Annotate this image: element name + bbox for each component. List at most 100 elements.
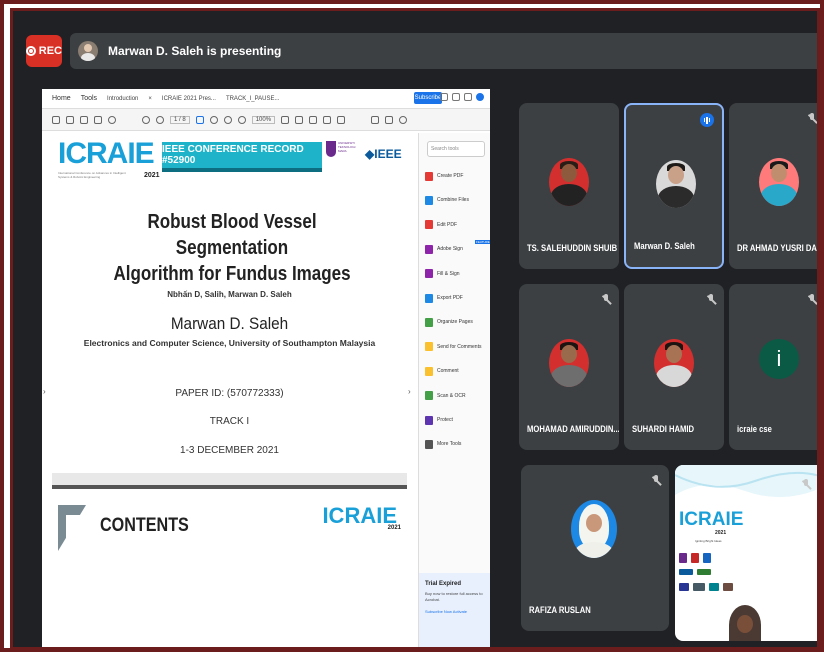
meeting-top-bar: REC Marwan D. Saleh is presenting bbox=[13, 11, 817, 89]
avatar-initial: i bbox=[759, 339, 799, 379]
zoom-out-icon[interactable] bbox=[223, 115, 232, 124]
tab-track-pause[interactable]: TRACK_I_PAUSE... bbox=[226, 96, 280, 102]
cursor-icon[interactable] bbox=[195, 115, 204, 124]
participant-name: TS. SALEHUDDIN SHUIB bbox=[527, 243, 618, 253]
paper-authors: Nbhấn D, Salih, Marwan D. Saleh bbox=[167, 290, 292, 299]
search-doc-icon[interactable] bbox=[399, 115, 408, 124]
app-header-icons bbox=[440, 93, 484, 101]
icraie-logo-subtitle: International Conference on Advances in … bbox=[58, 171, 126, 179]
search-icon[interactable] bbox=[108, 115, 116, 124]
bell-icon[interactable] bbox=[464, 93, 472, 101]
tool-item[interactable]: More Tools bbox=[425, 437, 490, 451]
page-indicator[interactable]: 1 / 8 bbox=[170, 115, 190, 124]
pen-icon[interactable] bbox=[323, 115, 332, 124]
tab-home[interactable]: Home bbox=[52, 95, 71, 102]
comment-icon[interactable] bbox=[295, 115, 304, 124]
tab-introduction[interactable]: Introduction bbox=[107, 96, 138, 102]
tool-item[interactable]: Scan & OCR bbox=[425, 389, 490, 403]
left-panel-toggle-icon[interactable]: › bbox=[43, 387, 46, 396]
tool-item[interactable]: Export PDF bbox=[425, 291, 490, 305]
tab-tools[interactable]: Tools bbox=[81, 95, 97, 102]
tool-item[interactable]: Create PDF bbox=[425, 169, 490, 183]
account-icon[interactable] bbox=[476, 93, 484, 101]
tool-item[interactable]: Organize Pages bbox=[425, 315, 490, 329]
participant-name: icraie cse bbox=[737, 424, 772, 434]
tool-icon bbox=[425, 391, 433, 401]
tools-search-input[interactable]: Search tools bbox=[427, 141, 485, 157]
participant-tile[interactable]: MOHAMAD AMIRUDDIN... bbox=[519, 284, 619, 450]
tool-label: Fill & Sign bbox=[437, 270, 460, 277]
video-icraie-logo: ICRAIE bbox=[679, 509, 744, 530]
avatar bbox=[759, 158, 799, 206]
tool-icon bbox=[425, 293, 433, 303]
zoom-level[interactable]: 100% bbox=[251, 115, 276, 124]
participant-tile[interactable]: RAFIZA RUSLAN bbox=[521, 465, 669, 631]
page-up-icon[interactable] bbox=[142, 115, 150, 124]
participant-tile[interactable]: DR AHMAD YUSRI DAK bbox=[729, 103, 820, 269]
participant-tile-active[interactable]: Marwan D. Saleh bbox=[624, 103, 724, 269]
trial-links[interactable]: Subscribe Now Activate bbox=[425, 609, 485, 614]
participant-tile[interactable]: SUHARDI HAMID bbox=[624, 284, 724, 450]
upload-icon[interactable] bbox=[80, 115, 88, 124]
hand-icon[interactable] bbox=[209, 115, 218, 124]
tool-item[interactable]: Protect bbox=[425, 413, 490, 427]
highlight-icon[interactable] bbox=[309, 115, 318, 124]
email-icon[interactable] bbox=[385, 115, 394, 124]
tab-close-icon[interactable]: × bbox=[148, 96, 152, 102]
participant-video-tile[interactable]: ICRAIE 2021 Igniting Bright Ideas bbox=[675, 465, 817, 641]
share-icon[interactable] bbox=[440, 93, 448, 101]
sponsor-logos bbox=[679, 553, 739, 607]
sign-icon[interactable] bbox=[337, 115, 346, 124]
avatar bbox=[549, 158, 589, 206]
subscribe-button[interactable]: Subscribe bbox=[414, 92, 442, 104]
uitm-logo-text: UNIVERSITI TEKNOLOGI MARA bbox=[338, 141, 356, 153]
participant-name: DR AHMAD YUSRI DAK bbox=[737, 243, 820, 253]
avatar bbox=[656, 160, 696, 208]
share-link-icon[interactable] bbox=[371, 115, 380, 124]
bookmark-icon[interactable] bbox=[66, 115, 74, 124]
paper-title-line2: Algorithm for Fundus Images bbox=[113, 263, 351, 285]
pdf-header: ICRAIE International Conference on Advan… bbox=[58, 139, 403, 183]
zoom-in-icon[interactable] bbox=[237, 115, 246, 124]
tool-item[interactable]: Fill & Sign bbox=[425, 267, 490, 281]
tool-label: Comment bbox=[437, 368, 459, 375]
video-logo-year: 2021 bbox=[715, 530, 727, 536]
page-down-icon[interactable] bbox=[156, 115, 164, 124]
help-icon[interactable] bbox=[452, 93, 460, 101]
save-icon[interactable] bbox=[52, 115, 60, 124]
participant-video-face bbox=[737, 615, 753, 633]
fit-icon[interactable] bbox=[281, 115, 290, 124]
tool-item[interactable]: Combine Files bbox=[425, 193, 490, 207]
tool-item[interactable]: Edit PDF bbox=[425, 218, 490, 232]
print-icon[interactable] bbox=[94, 115, 102, 124]
pdf-app-tabs: Home Tools Introduction × ICRAIE 2021 Pr… bbox=[42, 89, 490, 109]
tool-label: Organize Pages bbox=[437, 319, 473, 326]
right-panel-toggle-icon[interactable]: › bbox=[408, 387, 411, 396]
tool-label: Export PDF bbox=[437, 295, 463, 301]
icraie-logo-text: ICRAIE bbox=[58, 137, 155, 170]
participant-name: SUHARDI HAMID bbox=[632, 424, 695, 434]
tool-item[interactable]: Send for Comments bbox=[425, 340, 490, 354]
page-separator bbox=[52, 473, 407, 485]
recording-indicator[interactable]: REC bbox=[26, 35, 62, 67]
tool-item[interactable]: Adobe Sign FEATURED bbox=[425, 240, 490, 256]
tool-label: Create PDF bbox=[437, 173, 464, 179]
tool-item[interactable]: Comment bbox=[425, 364, 490, 378]
tool-icon bbox=[425, 220, 433, 230]
tool-icon bbox=[425, 342, 433, 352]
uitm-logo: UNIVERSITI TEKNOLOGI MARA bbox=[326, 139, 362, 173]
participant-tile[interactable]: i icraie cse bbox=[729, 284, 817, 450]
tool-icon bbox=[425, 171, 433, 181]
contents-heading: CONTENTS bbox=[100, 515, 189, 536]
participant-name: MOHAMAD AMIRUDDIN... bbox=[527, 424, 619, 434]
meeting-window: REC Marwan D. Saleh is presenting Home T… bbox=[10, 8, 820, 650]
tool-icon bbox=[425, 317, 433, 327]
paper-id: PAPER ID: (570772333) bbox=[175, 388, 284, 399]
participant-tile[interactable]: TS. SALEHUDDIN SHUIB bbox=[519, 103, 619, 269]
tab-icraie-presentation[interactable]: ICRAIE 2021 Pres... bbox=[162, 96, 216, 102]
pdf-toolbar: 1 / 8 100% bbox=[42, 109, 490, 131]
presenting-banner[interactable]: Marwan D. Saleh is presenting bbox=[70, 33, 817, 69]
presenter-name: Marwan D. Saleh bbox=[170, 314, 289, 333]
page2-logo-year: 2021 bbox=[387, 525, 401, 531]
avatar bbox=[571, 500, 617, 558]
